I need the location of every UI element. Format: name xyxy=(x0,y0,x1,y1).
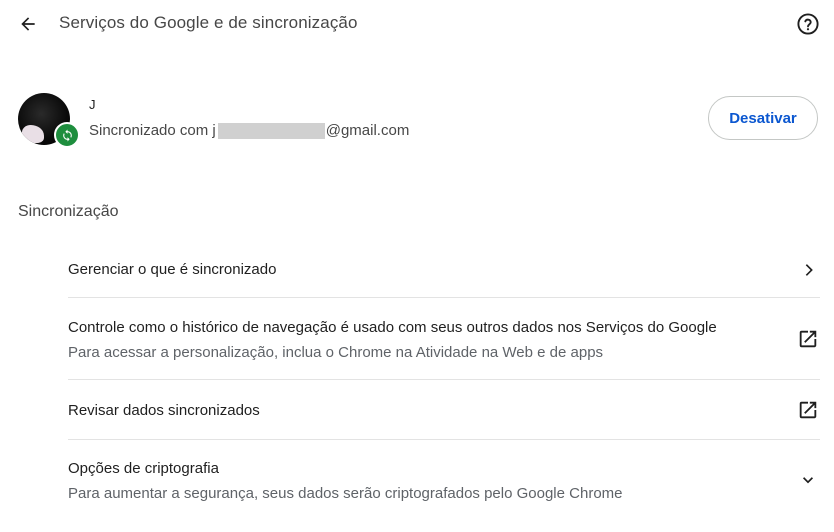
settings-page: Serviços do Google e de sincronização J … xyxy=(0,0,834,532)
section-title: Sincronização xyxy=(18,203,119,220)
account-name: J xyxy=(89,97,96,112)
open-in-new-icon xyxy=(796,327,820,351)
review-synced-data-row[interactable]: Revisar dados sincronizados xyxy=(68,380,820,438)
encryption-options-row[interactable]: Opções de criptografia Para aumentar a s… xyxy=(68,440,820,520)
manage-sync-label: Gerenciar o que é sincronizado xyxy=(68,261,277,278)
manage-sync-row[interactable]: Gerenciar o que é sincronizado xyxy=(68,250,820,296)
email-redaction xyxy=(217,122,325,139)
page-header: Serviços do Google e de sincronização xyxy=(0,0,834,48)
disable-sync-button[interactable]: Desativar xyxy=(708,96,818,140)
avatar-photo-detail xyxy=(22,125,44,143)
chevron-right-icon xyxy=(796,258,820,282)
help-circle-icon xyxy=(797,13,819,35)
sync-status-badge xyxy=(54,122,80,148)
encryption-options-sublabel: Para aumentar a segurança, seus dados se… xyxy=(68,485,623,502)
sync-icon xyxy=(62,129,72,141)
open-in-new-icon xyxy=(796,398,820,422)
encryption-options-label: Opções de criptografia xyxy=(68,460,219,477)
help-button[interactable] xyxy=(794,10,822,38)
page-title: Serviços do Google e de sincronização xyxy=(59,13,358,32)
account-email-suffix: @gmail.com xyxy=(325,122,410,139)
browsing-history-sublabel: Para acessar a personalização, inclua o … xyxy=(68,344,604,361)
review-synced-data-label: Revisar dados sincronizados xyxy=(68,402,260,419)
account-email: Sincronizado com j @gmail.com xyxy=(89,122,409,139)
account-row: J Sincronizado com j @gmail.com Desativa… xyxy=(0,86,834,152)
browsing-history-label: Controle como o histórico de navegação é… xyxy=(68,319,717,336)
chevron-down-icon xyxy=(796,468,820,492)
back-button[interactable] xyxy=(12,8,44,40)
browsing-history-row[interactable]: Controle como o histórico de navegação é… xyxy=(68,298,820,378)
arrow-back-icon xyxy=(21,17,35,31)
account-email-prefix: Sincronizado com j xyxy=(89,122,216,139)
